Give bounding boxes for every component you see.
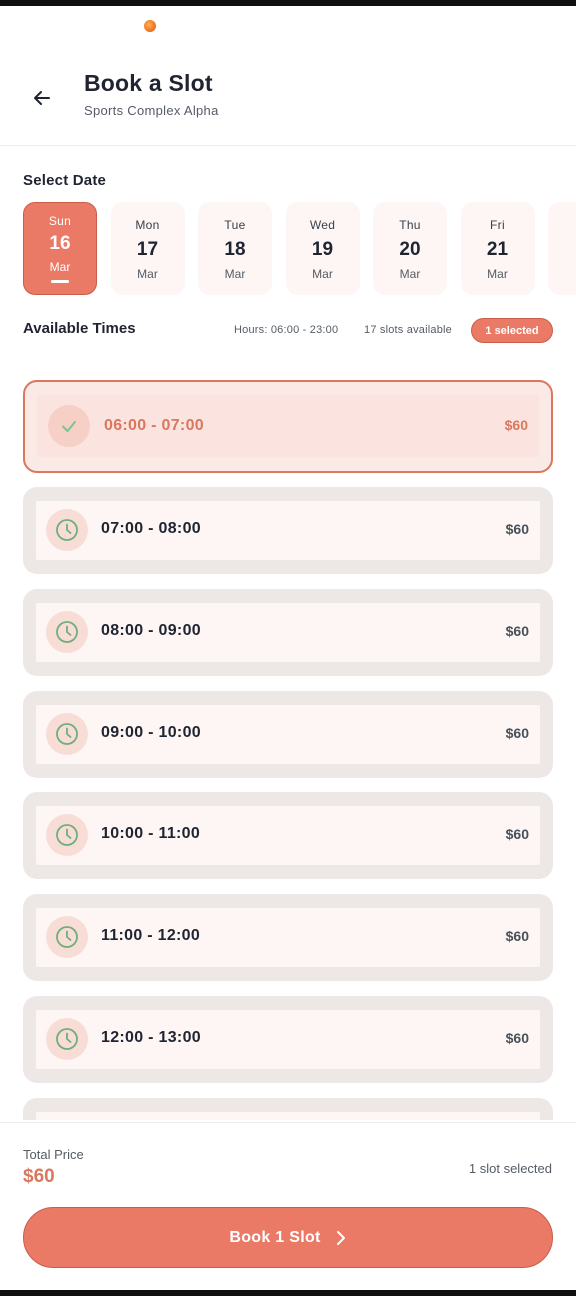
back-button[interactable] [24, 80, 60, 116]
date-day-number: 20 [399, 239, 421, 260]
available-times-header: Available Times Hours: 06:00 - 23:00 17 … [23, 316, 553, 344]
date-card-fri[interactable]: Fri 21 Mar [460, 202, 535, 295]
date-weekday: Mon [135, 218, 160, 232]
date-month: Mar [49, 260, 71, 274]
time-slot-price: $60 [505, 826, 529, 843]
clock-icon [46, 610, 88, 653]
time-slot[interactable]: 11:00 - 12:00 $60 [23, 894, 553, 982]
slot-count-summary: 1 slot selected [468, 1161, 552, 1176]
date-selector: Sun 16 Mar Mon 17 Mar Tue 18 Mar Wed 19 Mar Thu 20 Mar… [23, 202, 576, 296]
date-day-number: 18 [224, 239, 246, 260]
date-card-wed[interactable]: Wed 19 Mar [285, 202, 360, 295]
operating-hours: Hours: 06:00 - 23:00 [234, 324, 339, 336]
time-slot-content [36, 1111, 540, 1120]
date-weekday: Fri [490, 218, 505, 232]
date-month: Mar [312, 267, 333, 281]
camera-indicator [144, 20, 156, 32]
time-slot-price: $60 [504, 417, 528, 433]
date-weekday: Tue [224, 218, 246, 232]
time-slot-price: $60 [505, 622, 529, 639]
available-times-label: Available Times [23, 320, 136, 337]
time-slot-price: $60 [505, 1030, 529, 1046]
date-day-number: 17 [136, 239, 159, 260]
time-slot[interactable]: 06:00 - 07:00 $60 [23, 380, 553, 473]
book-slot-button-label: Book 1 Slot [229, 1228, 321, 1246]
time-slot-list: 06:00 - 07:00 $60 07:00 - 08:00 $60 08:00 - … [0, 380, 576, 1120]
time-slot-range: 06:00 - 07:00 [104, 417, 204, 434]
date-card-sun[interactable]: Sun 16 Mar [23, 202, 97, 295]
time-slot-range: 09:00 - 10:00 [101, 723, 201, 741]
chevron-right-icon [335, 1230, 347, 1246]
date-day-number: 19 [311, 239, 334, 260]
time-slot-content: 09:00 - 10:00 $60 [36, 704, 540, 764]
date-day-number: 21 [486, 239, 509, 260]
clock-icon [46, 814, 88, 857]
time-slot-range: 07:00 - 08:00 [101, 520, 201, 537]
time-slot[interactable]: 10:00 - 11:00 $60 [23, 792, 553, 880]
navigation-bar [0, 1290, 576, 1296]
date-weekday: Sun [48, 214, 72, 228]
total-price-label: Total Price [23, 1147, 84, 1162]
book-slot-button[interactable]: Book 1 Slot [23, 1207, 553, 1268]
time-slot-content: 08:00 - 09:00 $60 [36, 602, 540, 662]
date-card-partial[interactable] [548, 202, 576, 295]
date-weekday: Wed [309, 218, 336, 232]
time-slot-price: $60 [505, 521, 529, 537]
date-month: Mar [487, 267, 508, 281]
total-price-value: $60 [23, 1166, 55, 1187]
date-day-number: 16 [49, 233, 71, 254]
booking-footer: Total Price $60 1 slot selected Book 1 S… [0, 1122, 576, 1290]
date-weekday: Thu [399, 218, 421, 232]
date-month: Mar [224, 267, 246, 281]
arrow-left-icon [34, 91, 50, 105]
selected-count-badge: 1 selected [471, 318, 553, 343]
time-slot-content: 12:00 - 13:00 $60 [36, 1010, 540, 1069]
time-slot-content: 06:00 - 07:00 $60 [37, 395, 539, 457]
time-slot-range: 08:00 - 09:00 [101, 621, 201, 639]
date-card-tue[interactable]: Tue 18 Mar [198, 202, 272, 295]
date-month: Mar [399, 267, 421, 281]
app-header: Book a Slot Sports Complex Alpha [0, 40, 576, 146]
time-slot-price: $60 [505, 724, 529, 741]
select-date-label: Select Date [23, 172, 107, 189]
date-card-mon[interactable]: Mon 17 Mar [110, 202, 185, 295]
time-slot[interactable]: 12:00 - 13:00 $60 [23, 996, 553, 1083]
clock-icon [46, 712, 88, 755]
time-slot[interactable]: 08:00 - 09:00 $60 [23, 588, 553, 676]
time-slot-range: 11:00 - 12:00 [101, 927, 201, 945]
time-slot-range: 12:00 - 13:00 [101, 1029, 201, 1046]
time-slot-partial[interactable] [23, 1097, 553, 1120]
time-slot-range: 10:00 - 11:00 [101, 825, 201, 843]
clock-icon [46, 509, 88, 551]
clock-icon [46, 1018, 88, 1060]
date-month: Mar [137, 267, 158, 281]
status-bar [0, 0, 576, 6]
time-slot[interactable]: 09:00 - 10:00 $60 [23, 690, 553, 778]
time-slot-price: $60 [505, 928, 529, 945]
page-subtitle: Sports Complex Alpha [84, 103, 219, 118]
time-slot-content: 07:00 - 08:00 $60 [36, 501, 540, 560]
page-title: Book a Slot [84, 70, 213, 96]
slots-available-count: 17 slots available [364, 324, 452, 336]
clock-icon [46, 916, 88, 959]
selected-date-indicator [51, 280, 69, 283]
time-slot-content: 10:00 - 11:00 $60 [36, 806, 540, 866]
date-card-thu[interactable]: Thu 20 Mar [373, 202, 447, 295]
check-icon [48, 405, 90, 447]
time-slot-content: 11:00 - 12:00 $60 [36, 908, 540, 968]
time-slot[interactable]: 07:00 - 08:00 $60 [23, 487, 553, 574]
